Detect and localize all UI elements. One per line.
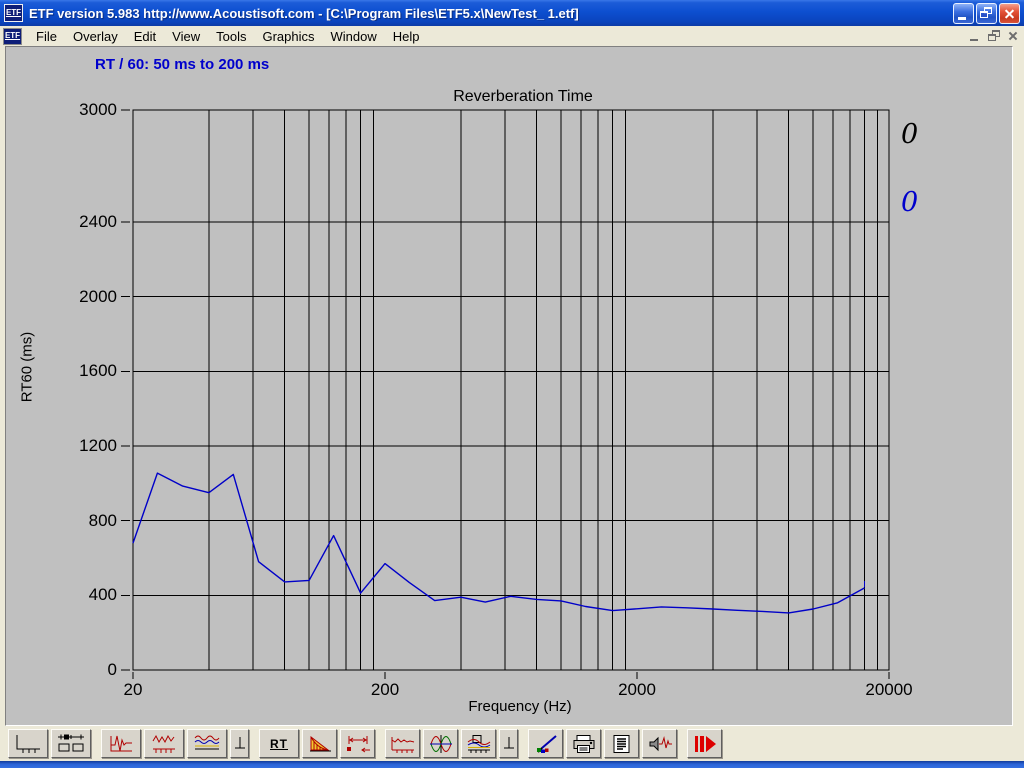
mini-axis-icon	[233, 734, 247, 754]
frequency-response-icon	[150, 733, 178, 755]
report-button[interactable]	[604, 729, 639, 758]
axes-setup-button[interactable]	[8, 729, 48, 758]
overlay-curves-icon	[193, 733, 221, 755]
energy-decay-button[interactable]	[302, 729, 337, 758]
gate-markers-button[interactable]	[340, 729, 375, 758]
axes-icon	[13, 733, 43, 755]
window-bottom-border	[0, 761, 1024, 768]
mini-axis-button[interactable]	[230, 729, 249, 758]
overlay-compare-button[interactable]	[51, 729, 91, 758]
overlay-compare-icon	[56, 733, 86, 755]
frequency-response-button[interactable]	[144, 729, 184, 758]
report-icon	[609, 734, 635, 754]
impulse-response-button[interactable]	[101, 729, 141, 758]
rt60-view-button[interactable]: RT	[259, 729, 299, 758]
waterfall-button[interactable]	[461, 729, 496, 758]
play-measure-button[interactable]	[687, 729, 722, 758]
periodic-waves-icon	[428, 734, 454, 754]
mini-axis-2-icon	[502, 734, 516, 754]
gate-markers-icon	[345, 734, 371, 754]
impulse-response-icon	[107, 733, 135, 755]
print-button[interactable]	[566, 729, 601, 758]
annotate-colors-button[interactable]	[528, 729, 563, 758]
rt-curve-icon	[390, 734, 416, 754]
waterfall-icon	[466, 734, 492, 754]
bottom-toolbar: RT	[0, 727, 1024, 760]
rt60-chart-plot	[0, 0, 1024, 726]
rt-curve-button[interactable]	[385, 729, 420, 758]
play-icon	[692, 734, 718, 754]
energy-decay-icon	[307, 734, 333, 754]
etf-app-window: { "window": { "title": "ETF version 5.98…	[0, 0, 1024, 768]
rt60-button-label: RT	[270, 737, 288, 751]
speaker-test-button[interactable]	[642, 729, 677, 758]
print-icon	[571, 734, 597, 754]
annotate-colors-icon	[533, 734, 559, 754]
speaker-test-icon	[647, 734, 673, 754]
periodic-waves-button[interactable]	[423, 729, 458, 758]
mini-axis-2-button[interactable]	[499, 729, 518, 758]
overlay-curves-button[interactable]	[187, 729, 227, 758]
